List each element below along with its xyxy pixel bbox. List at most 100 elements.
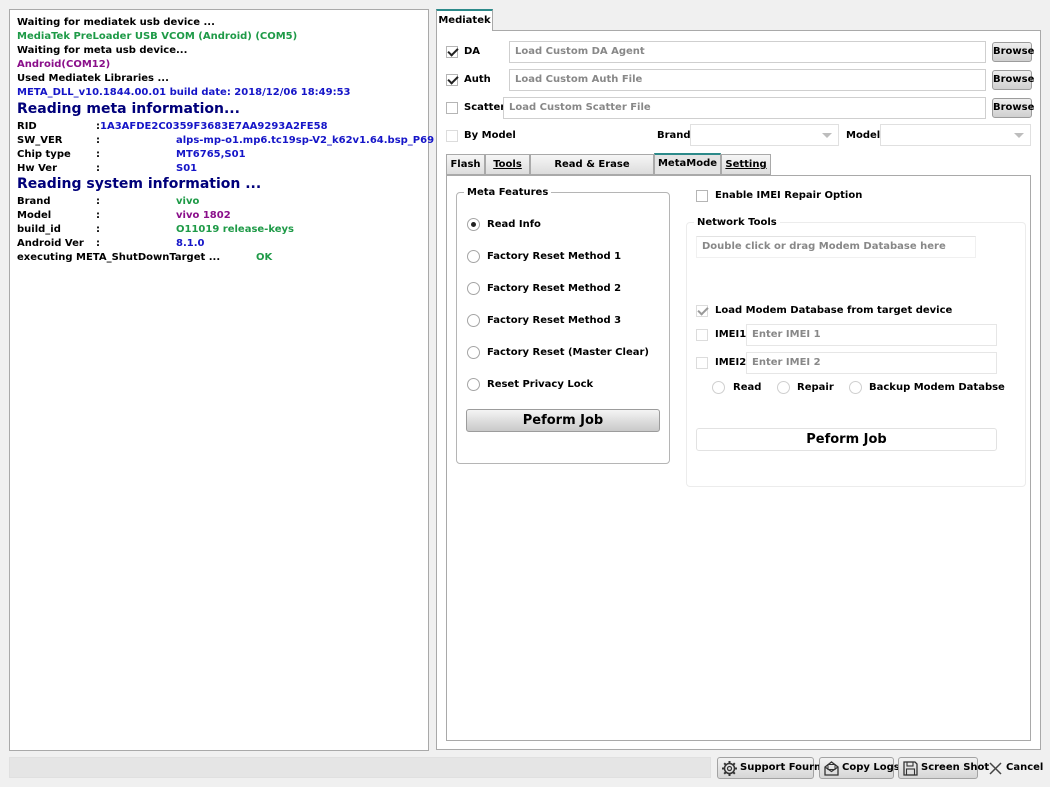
auth-file-field[interactable]: Load Custom Auth File xyxy=(509,69,986,91)
auth-browse-button[interactable]: Browse xyxy=(992,70,1034,90)
shutdown-line: executing META_ShutDownTarget ... xyxy=(17,252,221,263)
by-model-label: By Model xyxy=(464,130,516,141)
meta-value-rid: 1A3AFDE2C0359F3683E7AA9293A2FE58 xyxy=(100,121,328,132)
model-dropdown[interactable] xyxy=(880,124,1031,146)
sys-value-brand: vivo xyxy=(176,196,200,207)
option-reset-privacy-lock: Reset Privacy Lock xyxy=(487,379,594,390)
load-modem-db-label: Load Modem Database from target device xyxy=(715,305,953,316)
log-line: Used Mediatek Libraries ... xyxy=(17,73,169,84)
radio-read-info[interactable] xyxy=(467,218,480,231)
save-icon xyxy=(903,761,918,776)
log-line: MediaTek PreLoader USB VCOM (Android) (C… xyxy=(17,31,298,42)
scatter-file-field[interactable]: Load Custom Scatter File xyxy=(503,97,986,119)
load-modem-db-checkbox[interactable] xyxy=(696,305,708,317)
log-line: Android(COM12) xyxy=(17,59,111,70)
meta-key-sw-ver: SW_VER xyxy=(17,135,63,146)
status-bar xyxy=(9,757,711,778)
sys-key-model: Model xyxy=(17,210,52,221)
chevron-down-icon xyxy=(822,133,832,138)
imei1-checkbox[interactable] xyxy=(696,329,708,341)
meta-heading: Reading meta information... xyxy=(17,101,240,117)
meta-perform-job-button[interactable]: Peform Job xyxy=(466,409,660,432)
log-line: META_DLL_v10.1844.00.01 build date: 2018… xyxy=(17,87,351,98)
radio-master-clear[interactable] xyxy=(467,346,480,359)
sys-value-model: vivo 1802 xyxy=(176,210,231,221)
by-model-checkbox[interactable] xyxy=(446,130,458,142)
meta-value-chip-type: MT6765,S01 xyxy=(176,149,246,160)
scatter-label: Scatter xyxy=(464,102,506,113)
imei-repair-checkbox[interactable] xyxy=(696,190,708,202)
imei2-checkbox[interactable] xyxy=(696,357,708,369)
meta-key-hw-ver: Hw Ver xyxy=(17,163,57,174)
imei2-label: IMEI2 xyxy=(715,357,747,368)
option-master-clear: Factory Reset (Master Clear) xyxy=(487,347,649,358)
sys-sep: : xyxy=(96,196,100,207)
option-factory-reset-3: Factory Reset Method 3 xyxy=(487,315,622,326)
tab-read-erase[interactable]: Read & Erase Operation xyxy=(530,154,654,189)
scatter-checkbox[interactable] xyxy=(446,102,458,114)
sys-value-build-id: O11019 release-keys xyxy=(176,224,294,235)
meta-value-hw-ver: S01 xyxy=(176,163,198,174)
cancel-button[interactable]: Cancel xyxy=(983,757,1043,779)
radio-factory-reset-1[interactable] xyxy=(467,250,480,263)
tab-metamode[interactable]: MetaMode xyxy=(654,153,721,175)
tab-flash[interactable]: Flash xyxy=(446,154,485,175)
action-read: Read xyxy=(733,382,762,393)
brand-label: Brand xyxy=(657,130,691,141)
tab-setting[interactable]: Setting xyxy=(721,154,771,175)
shutdown-status: OK xyxy=(256,252,273,263)
da-agent-field[interactable]: Load Custom DA Agent xyxy=(509,41,986,63)
action-repair: Repair xyxy=(797,382,834,393)
sys-sep: : xyxy=(96,210,100,221)
radio-factory-reset-2[interactable] xyxy=(467,282,480,295)
option-factory-reset-1: Factory Reset Method 1 xyxy=(487,251,622,262)
da-label: DA xyxy=(464,46,481,57)
auth-label: Auth xyxy=(464,74,491,85)
network-perform-job-button[interactable]: Peform Job xyxy=(696,428,997,451)
meta-sep: : xyxy=(96,163,100,174)
meta-features-title: Meta Features xyxy=(464,187,552,198)
sys-sep: : xyxy=(96,224,100,235)
log-panel[interactable]: Waiting for mediatek usb device ... Medi… xyxy=(9,9,434,751)
imei-repair-label: Enable IMEI Repair Option xyxy=(715,190,863,201)
meta-sep: : xyxy=(96,149,100,160)
screen-shot-label: Screen Shot xyxy=(921,762,990,773)
modem-db-drop-field[interactable]: Double click or drag Modem Database here xyxy=(696,236,976,258)
tab-mediatek[interactable]: Mediatek xyxy=(436,9,493,31)
model-label: Model xyxy=(846,130,881,141)
radio-factory-reset-3[interactable] xyxy=(467,314,480,327)
sys-value-android-ver: 8.1.0 xyxy=(176,238,205,249)
scatter-browse-button[interactable]: Browse xyxy=(992,98,1034,118)
sys-key-brand: Brand xyxy=(17,196,51,207)
brand-dropdown[interactable] xyxy=(690,124,839,146)
radio-reset-privacy-lock[interactable] xyxy=(467,378,480,391)
system-heading: Reading system information ... xyxy=(17,176,262,192)
imei1-label: IMEI1 xyxy=(715,329,747,340)
meta-value-sw-ver: alps-mp-o1.mp6.tc19sp-V2_k62v1.64.bsp_P6… xyxy=(176,135,435,146)
log-line: Waiting for meta usb device... xyxy=(17,45,188,56)
envelope-icon xyxy=(824,761,839,776)
action-backup-modem: Backup Modem Databse xyxy=(869,382,1005,393)
radio-backup-modem[interactable] xyxy=(849,381,862,394)
sys-key-android-ver: Android Ver xyxy=(17,238,84,249)
copy-logs-button[interactable]: Copy Logs xyxy=(819,757,900,779)
da-checkbox[interactable] xyxy=(446,46,458,58)
imei1-field[interactable]: Enter IMEI 1 xyxy=(746,324,997,346)
radio-repair[interactable] xyxy=(777,381,790,394)
close-icon xyxy=(989,762,1002,775)
log-line: Waiting for mediatek usb device ... xyxy=(17,17,215,28)
imei2-field[interactable]: Enter IMEI 2 xyxy=(746,352,997,374)
meta-key-chip-type: Chip type xyxy=(17,149,71,160)
option-factory-reset-2: Factory Reset Method 2 xyxy=(487,283,622,294)
sys-sep: : xyxy=(96,238,100,249)
auth-checkbox[interactable] xyxy=(446,74,458,86)
da-browse-button[interactable]: Browse xyxy=(992,42,1034,62)
tab-tools[interactable]: Tools xyxy=(485,154,530,175)
chevron-down-icon xyxy=(1014,133,1024,138)
network-tools-title: Network Tools xyxy=(694,217,780,228)
radio-read[interactable] xyxy=(712,381,725,394)
support-forum-button[interactable]: Support Fourm xyxy=(717,757,824,779)
screen-shot-button[interactable]: Screen Shot xyxy=(898,757,989,779)
support-forum-label: Support Fourm xyxy=(740,762,825,773)
option-read-info: Read Info xyxy=(487,219,541,230)
